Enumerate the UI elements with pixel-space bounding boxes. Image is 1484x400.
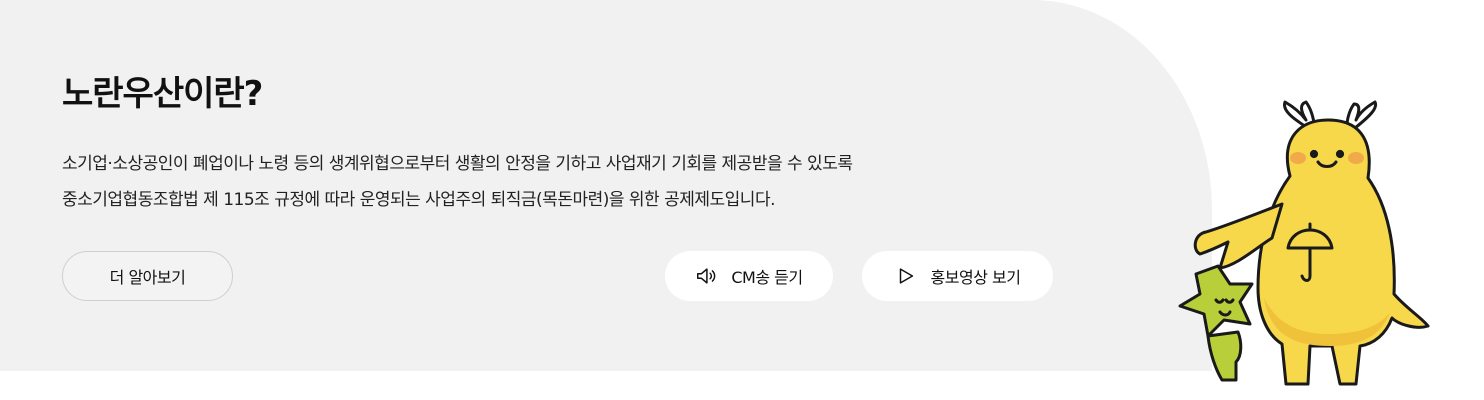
section-title: 노란우산이란? — [62, 74, 263, 114]
promo-video-button[interactable]: 홍보영상 보기 — [862, 251, 1053, 301]
description-line: 소기업·소상공인이 폐업이나 노령 등의 생계위협으로부터 생활의 안정을 기하… — [62, 154, 853, 174]
mascot-svg — [1178, 100, 1430, 386]
section-description: 소기업·소상공인이 폐업이나 노령 등의 생계위협으로부터 생활의 안정을 기하… — [62, 146, 1062, 218]
cm-song-label: CM송 듣기 — [731, 268, 803, 287]
description-line: 중소기업협동조합법 제 115조 규정에 따라 운영되는 사업주의 퇴직금(목돈… — [62, 190, 776, 210]
promo-video-label: 홍보영상 보기 — [930, 268, 1021, 287]
cm-song-button[interactable]: CM송 듣기 — [665, 251, 833, 301]
learn-more-button[interactable]: 더 알아보기 — [62, 251, 233, 301]
play-icon — [895, 265, 917, 287]
learn-more-label: 더 알아보기 — [109, 268, 186, 287]
mascot-illustration — [1160, 98, 1470, 390]
speaker-icon — [695, 265, 717, 287]
